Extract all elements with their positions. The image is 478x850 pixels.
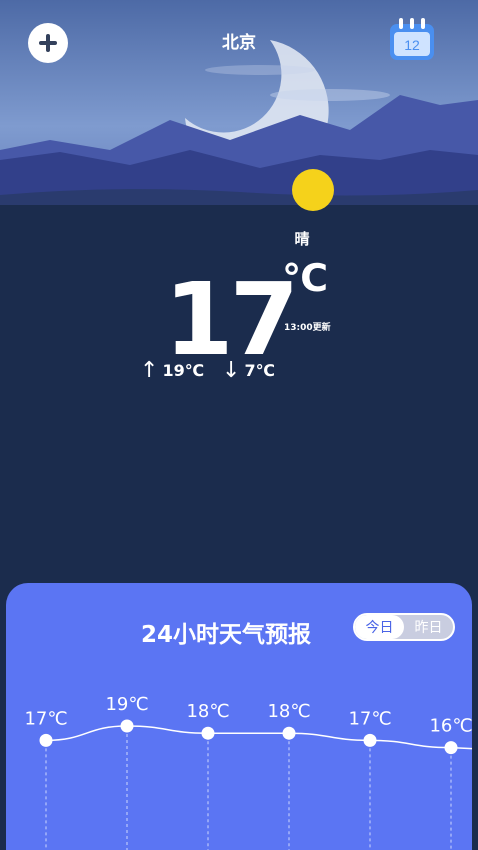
temperature-point[interactable] <box>363 733 377 747</box>
temperature-label: 16℃ <box>429 716 472 737</box>
low-temperature: ↓ 7℃ <box>222 358 275 383</box>
arrow-down-icon: ↓ <box>222 358 241 383</box>
forecast-title: 24小时天气预报 <box>141 622 312 648</box>
calendar-button[interactable]: 12 <box>388 18 436 62</box>
temperature-point[interactable] <box>201 726 215 740</box>
temperature-line <box>45 725 472 750</box>
day-toggle[interactable]: 今日 昨日 <box>353 613 455 641</box>
temperature-label: 17℃ <box>348 708 391 729</box>
toggle-today[interactable]: 今日 <box>355 615 404 639</box>
weather-condition: 晴 <box>294 230 310 248</box>
calendar-day: 12 <box>404 37 420 53</box>
top-bar: 北京 12 <box>0 0 478 80</box>
forecast-card: 17℃ 19℃ 18℃ 18℃ 17℃ 16℃ 24小时天气预报 今日 昨日 <box>6 583 472 850</box>
temperature-unit: ℃ <box>282 256 329 300</box>
temperature-label: 19℃ <box>105 694 148 715</box>
temperature-point[interactable] <box>39 733 53 747</box>
toggle-yesterday[interactable]: 昨日 <box>404 615 453 639</box>
temperature-label: 18℃ <box>267 701 310 722</box>
calendar-icon: 12 <box>390 18 434 60</box>
high-temperature-value: 19℃ <box>162 361 205 380</box>
temperature-point[interactable] <box>282 726 296 740</box>
temperature-label: 17℃ <box>24 708 67 729</box>
temperature-point[interactable] <box>444 741 458 755</box>
arrow-up-icon: ↑ <box>140 358 159 383</box>
update-time: 13:00更新 <box>284 323 331 333</box>
sun-icon <box>292 169 334 211</box>
high-temperature: ↑ 19℃ <box>140 358 204 383</box>
temperature-label: 18℃ <box>186 701 229 722</box>
temperature-point[interactable] <box>120 719 134 733</box>
low-temperature-value: 7℃ <box>244 361 275 380</box>
